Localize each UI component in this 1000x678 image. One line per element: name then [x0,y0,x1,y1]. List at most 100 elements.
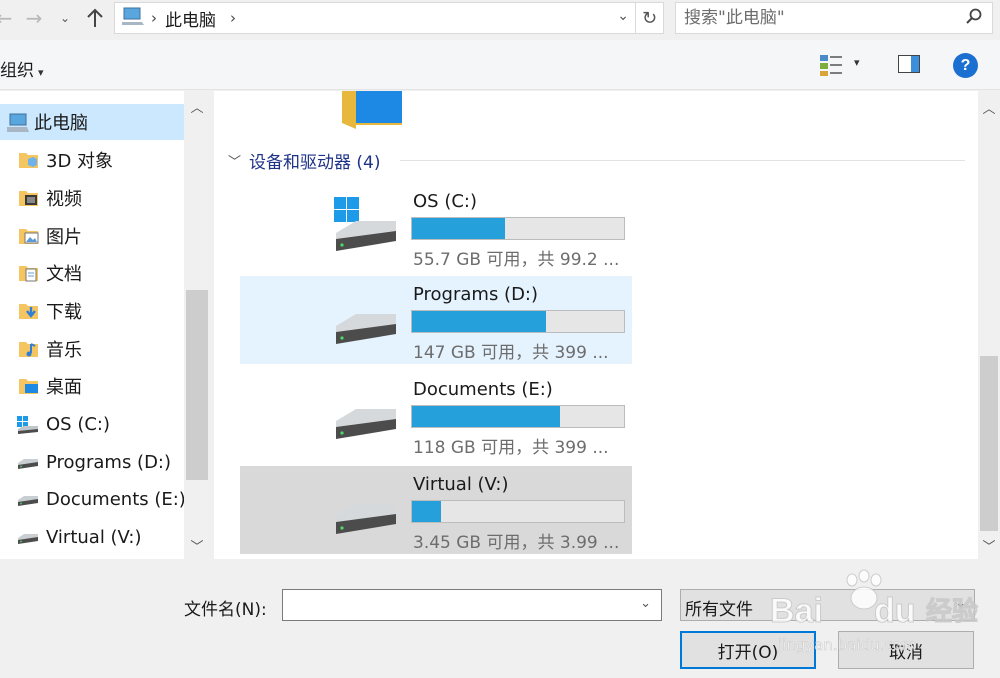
drive-free-space: 147 GB 可用，共 399 ... [413,343,609,363]
drive-usage-bar [411,500,625,523]
breadcrumb-separator-icon: › [151,9,157,27]
videos-folder-icon [18,188,40,208]
drive-usage-bar [411,405,625,428]
drive-icon [16,491,38,511]
scrollbar-thumb[interactable] [186,290,208,480]
group-header-label: 设备和驱动器 (4) [249,153,381,173]
open-button[interactable]: 打开(O) [680,631,816,669]
drive-name: OS (C:) [413,191,477,212]
3d-objects-folder-icon [18,150,40,170]
navigation-pane: 此电脑 3D 对象 视频 图片 文档 下载 音乐 桌面 OS (C:) Prog… [0,91,210,559]
nav-item-label: 视频 [46,189,82,210]
nav-item-this-pc[interactable]: 此电脑 [0,104,184,140]
drive-icon [16,529,38,549]
drive-usage-bar [411,310,625,333]
forward-arrow-icon[interactable]: → [22,4,46,32]
help-icon[interactable]: ? [953,53,978,78]
address-dropdown-icon[interactable]: ⌄ [617,8,629,24]
desktop-folder-icon[interactable] [340,91,404,129]
filename-dropdown-icon[interactable]: ⌄ [640,596,651,611]
drive-usage-fill [412,501,441,522]
nav-item-music[interactable]: 音乐 [0,331,184,367]
cancel-button[interactable]: 取消 [838,631,974,669]
breadcrumb-chevron-icon[interactable]: › [230,9,236,27]
nav-item-label: Virtual (V:) [46,526,142,548]
breadcrumb-this-pc[interactable]: 此电脑 [165,6,216,31]
drive-tile-virtual-v[interactable]: Virtual (V:) 3.45 GB 可用，共 3.99 ... [240,466,632,554]
nav-item-virtual-v[interactable]: Virtual (V:) [0,519,184,555]
caret-down-icon: ▾ [38,66,44,79]
scroll-up-icon[interactable]: ︿ [184,93,210,119]
drive-free-space: 55.7 GB 可用，共 99.2 ... [413,250,620,270]
organize-menu[interactable]: 组织 ▾ [0,56,44,81]
filename-input[interactable] [283,590,623,620]
nav-item-label: 此电脑 [34,113,88,134]
back-arrow-icon[interactable]: ← [0,4,16,32]
drive-name: Programs (D:) [413,284,539,305]
drive-free-space: 3.45 GB 可用，共 3.99 ... [413,533,620,553]
file-type-filter-select[interactable]: 所有文件 ⌄ [680,589,975,621]
collapse-chevron-icon[interactable]: ﹀ [228,151,241,170]
computer-icon [121,6,145,30]
search-icon[interactable] [966,8,982,29]
filename-combobox[interactable]: ⌄ [282,589,662,621]
nav-item-label: OS (C:) [46,413,110,435]
drive-tile-programs-d[interactable]: Programs (D:) 147 GB 可用，共 399 ... [240,276,632,364]
nav-item-documents[interactable]: 文档 [0,255,184,291]
scroll-down-icon[interactable]: ﹀ [184,532,210,558]
file-type-filter-value: 所有文件 [685,600,753,620]
nav-item-3d-objects[interactable]: 3D 对象 [0,142,184,178]
command-bar: 组织 ▾ ▾ ? [0,40,1000,90]
dialog-footer: 文件名(N): ⌄ 所有文件 ⌄ 打开(O) 取消 [0,559,1000,678]
drive-icon [16,454,38,474]
pictures-folder-icon [18,226,40,246]
group-divider [400,160,965,161]
windows-drive-icon [332,197,402,257]
nav-item-label: Programs (D:) [46,451,172,473]
downloads-folder-icon [18,301,40,321]
nav-item-desktop[interactable]: 桌面 [0,368,184,404]
drive-name: Virtual (V:) [413,474,509,495]
search-input[interactable] [676,3,946,33]
drive-usage-fill [412,406,561,427]
nav-item-pictures[interactable]: 图片 [0,218,184,254]
windows-drive-icon [16,415,38,435]
address-bar[interactable]: › 此电脑 › ⌄ ↻ [114,2,664,34]
search-box[interactable] [675,2,993,34]
preview-pane-icon[interactable] [898,55,920,73]
nav-item-label: 下载 [46,302,82,323]
drive-icon [332,399,402,445]
recent-locations-chevron-icon[interactable]: ⌄ [56,4,74,32]
desktop-folder-icon [18,376,40,396]
scroll-up-icon[interactable]: ︿ [978,95,1000,119]
filename-label: 文件名(N): [184,600,267,620]
nav-item-programs-d[interactable]: Programs (D:) [0,444,184,480]
nav-item-label: 音乐 [46,340,82,361]
scrollbar-thumb[interactable] [980,356,998,531]
up-arrow-icon[interactable] [82,4,108,32]
nav-item-videos[interactable]: 视频 [0,180,184,216]
nav-pane-scrollbar[interactable]: ︿ ﹀ [184,91,210,559]
change-view-icon[interactable] [818,52,844,78]
drive-free-space: 118 GB 可用，共 399 ... [413,438,609,458]
filter-dropdown-icon[interactable]: ⌄ [955,596,966,611]
nav-item-label: 3D 对象 [46,151,114,172]
nav-item-documents-e[interactable]: Documents (E:) [0,481,186,517]
scroll-down-icon[interactable]: ﹀ [978,533,1000,557]
music-folder-icon [18,339,40,359]
documents-folder-icon [18,263,40,283]
address-toolbar: ← → ⌄ › 此电脑 › ⌄ ↻ [0,0,1000,38]
file-list-scrollbar[interactable]: ︿ ﹀ [978,91,1000,559]
drive-tile-documents-e[interactable]: Documents (E:) 118 GB 可用，共 399 ... [240,371,632,459]
nav-item-label: 图片 [46,227,82,248]
drive-tile-os-c[interactable]: OS (C:) 55.7 GB 可用，共 99.2 ... [240,183,632,271]
nav-item-os-c[interactable]: OS (C:) [0,406,184,442]
refresh-icon[interactable]: ↻ [635,3,663,33]
devices-group-header[interactable]: ﹀ 设备和驱动器 (4) [228,148,381,173]
computer-icon [6,113,29,133]
nav-item-downloads[interactable]: 下载 [0,293,184,329]
drive-usage-fill [412,218,506,239]
drive-icon [332,304,402,350]
view-options-caret-icon[interactable]: ▾ [854,56,860,69]
file-list-view: ﹀ 设备和驱动器 (4) OS (C:) 55.7 GB 可用，共 99.2 .… [214,91,978,559]
